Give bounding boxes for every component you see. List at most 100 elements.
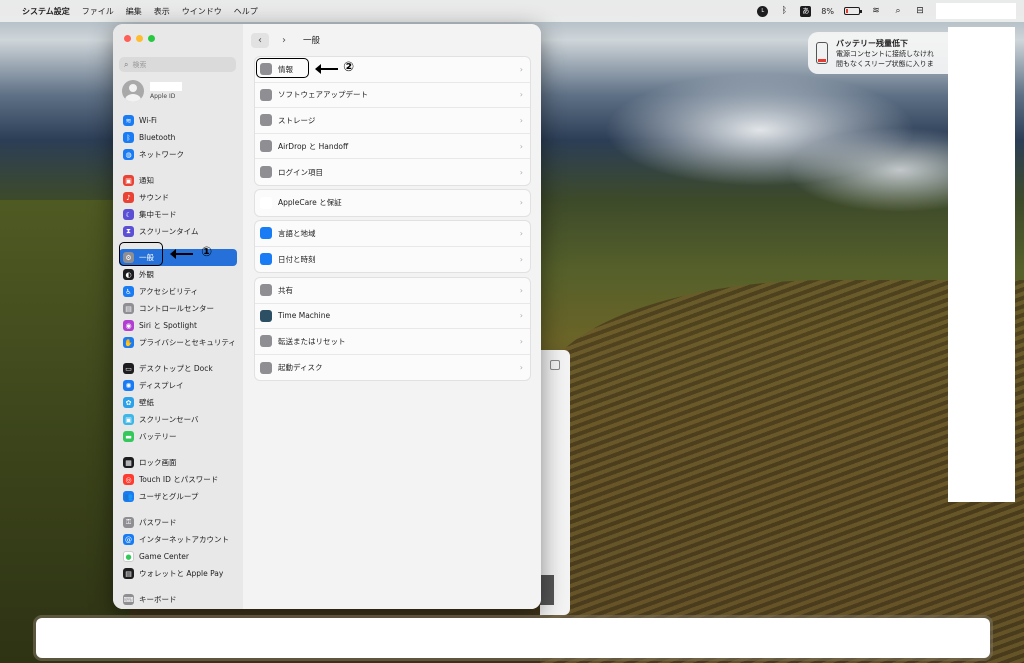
bluetooth-menubar-icon[interactable]: ᛒ (778, 5, 790, 17)
sidebar-item-screen-time[interactable]: ⧗ スクリーンタイム (119, 223, 237, 240)
settings-row-time-machine[interactable]: Time Machine › (255, 304, 530, 330)
sidebar-item-appearance[interactable]: ◐ 外観 (119, 266, 237, 283)
sidebar-item-label: Game Center (139, 552, 189, 561)
display-icon: ✺ (123, 380, 134, 391)
wifi-menubar-icon[interactable]: ≋ (870, 5, 882, 17)
menu-help[interactable]: ヘルプ (234, 6, 258, 17)
settings-row-date-time[interactable]: 日付と時刻 › (255, 247, 530, 273)
sidebar-item-wifi[interactable]: ≋ Wi-Fi (119, 112, 237, 129)
system-settings-window: ⌕ Apple ID ≋ Wi-Fi ᛒ Bluetooth ◍ ネットワーク ▣ 通知 ♪ サウ… (113, 24, 541, 609)
sidebar-item-wallpaper[interactable]: ✿ 壁紙 (119, 394, 237, 411)
line-app-icon[interactable]: L (757, 5, 769, 17)
privacy-hand-icon: ✋ (123, 337, 134, 348)
sidebar-item-passwords-key[interactable]: ⚿ パスワード (119, 514, 237, 531)
screen-time-icon: ⧗ (123, 226, 134, 237)
minimize-button[interactable] (136, 35, 143, 42)
sidebar-item-label: 通知 (139, 176, 154, 185)
sidebar-item-label: 壁紙 (139, 398, 154, 407)
sidebar-item-siri[interactable]: ◉ Siri と Spotlight (119, 317, 237, 334)
spotlight-search-icon[interactable]: ⌕ (892, 5, 904, 17)
apple-id-account[interactable]: Apple ID (122, 80, 182, 102)
wallpaper-trees (0, 200, 130, 663)
settings-group: 言語と地域 › 日付と時刻 › (254, 220, 531, 274)
chevron-right-icon: › (519, 198, 523, 208)
background-window[interactable] (540, 350, 570, 615)
accessibility-icon: ♿ (123, 286, 134, 297)
settings-row-airdrop[interactable]: AirDrop と Handoff › (255, 134, 530, 160)
network-icon: ◍ (123, 149, 134, 160)
chevron-right-icon: › (519, 64, 523, 74)
annotation-box-general (119, 242, 163, 266)
toolbar: ‹ › 一般 (251, 32, 320, 48)
chevron-right-icon: › (519, 228, 523, 238)
chevron-right-icon: › (519, 115, 523, 125)
search-input[interactable] (132, 60, 223, 69)
copy-icon[interactable] (550, 360, 560, 370)
sidebar-item-keyboard[interactable]: ⌨ キーボード (119, 591, 237, 608)
notification-body-line2: 間もなくスリープ状態に入りま (836, 59, 934, 68)
sidebar-item-label: プライバシーとセキュリティ (139, 338, 236, 347)
settings-row-storage[interactable]: ストレージ › (255, 108, 530, 134)
sidebar-item-bluetooth[interactable]: ᛒ Bluetooth (119, 129, 237, 146)
menu-edit[interactable]: 編集 (126, 6, 142, 17)
back-button[interactable]: ‹ (251, 32, 269, 48)
game-center-icon: ● (123, 551, 134, 562)
low-battery-notification[interactable]: バッテリー残量低下 電源コンセントに接続しなけれ 間もなくスリープ状態に入りま (808, 32, 958, 74)
settings-row-applecare[interactable]: AppleCare と保証 › (255, 190, 530, 216)
sidebar-item-display[interactable]: ✺ ディスプレイ (119, 377, 237, 394)
menu-view[interactable]: 表示 (154, 6, 170, 17)
sidebar-item-label: インターネットアカウント (139, 535, 229, 544)
sidebar-item-screensaver[interactable]: ▣ スクリーンセーバ (119, 411, 237, 428)
sidebar-item-label: ロック画面 (139, 458, 177, 467)
settings-row-login-items[interactable]: ログイン項目 › (255, 159, 530, 185)
siri-icon: ◉ (123, 320, 134, 331)
settings-row-startup-disk[interactable]: 起動ディスク › (255, 355, 530, 381)
sidebar-item-game-center[interactable]: ● Game Center (119, 548, 237, 565)
forward-button[interactable]: › (275, 33, 293, 48)
sidebar-item-network[interactable]: ◍ ネットワーク (119, 146, 237, 163)
sidebar-search[interactable]: ⌕ (119, 57, 236, 72)
sidebar-item-lock-screen[interactable]: ▦ ロック画面 (119, 454, 237, 471)
settings-row-sharing[interactable]: 共有 › (255, 278, 530, 304)
focus-icon: ☾ (123, 209, 134, 220)
sidebar-item-label: キーボード (139, 595, 177, 604)
page-title: 一般 (303, 36, 321, 46)
sidebar-item-wallet[interactable]: ▤ ウォレットと Apple Pay (119, 565, 237, 582)
menu-app-name[interactable]: システム設定 (22, 6, 70, 17)
settings-row-label: ソフトウェアアップデート (278, 90, 368, 100)
transfer-reset-icon (260, 335, 272, 348)
menu-file[interactable]: ファイル (82, 6, 114, 17)
sidebar-item-trackpad[interactable]: ▭トラックパッド (119, 608, 237, 609)
sidebar-item-focus[interactable]: ☾ 集中モード (119, 206, 237, 223)
menu-window[interactable]: ウインドウ (182, 6, 222, 17)
sidebar-item-touch-id[interactable]: ◎ Touch ID とパスワード (119, 471, 237, 488)
avatar (122, 80, 144, 102)
control-center-menubar-icon[interactable]: ⊟ (914, 5, 926, 17)
settings-row-software-update-gear[interactable]: ソフトウェアアップデート › (255, 83, 530, 109)
sidebar-item-desktop-dock[interactable]: ▭ デスクトップと Dock (119, 360, 237, 377)
battery-menubar-icon[interactable] (844, 7, 862, 15)
sidebar-item-battery[interactable]: ▬ バッテリー (119, 428, 237, 445)
sidebar-item-control-center[interactable]: ▤ コントロールセンター (119, 300, 237, 317)
zoom-button[interactable] (148, 35, 155, 42)
settings-row-label: 日付と時刻 (278, 254, 316, 264)
close-button[interactable] (124, 35, 131, 42)
sidebar-item-notifications[interactable]: ▣ 通知 (119, 172, 237, 189)
settings-group: 共有 › Time Machine › 転送またはリセット › 起動ディスク › (254, 277, 531, 382)
sidebar-item-users[interactable]: 👥 ユーザとグループ (119, 488, 237, 505)
redacted-account-name (150, 82, 182, 91)
annotation-step-2: ② (343, 60, 355, 75)
settings-row-language-globe[interactable]: 言語と地域 › (255, 221, 530, 247)
battery-percent[interactable]: 8% (821, 7, 834, 16)
sidebar-item-internet-accounts[interactable]: @ インターネットアカウント (119, 531, 237, 548)
sidebar-item-privacy-hand[interactable]: ✋ プライバシーとセキュリティ (119, 334, 237, 351)
input-source-icon[interactable]: あ (800, 5, 812, 17)
sidebar-item-sound[interactable]: ♪ サウンド (119, 189, 237, 206)
sidebar-item-accessibility[interactable]: ♿ アクセシビリティ (119, 283, 237, 300)
settings-row-transfer-reset[interactable]: 転送またはリセット › (255, 329, 530, 355)
sidebar-item-label: 外観 (139, 270, 154, 279)
sidebar-item-label: Siri と Spotlight (139, 321, 197, 330)
